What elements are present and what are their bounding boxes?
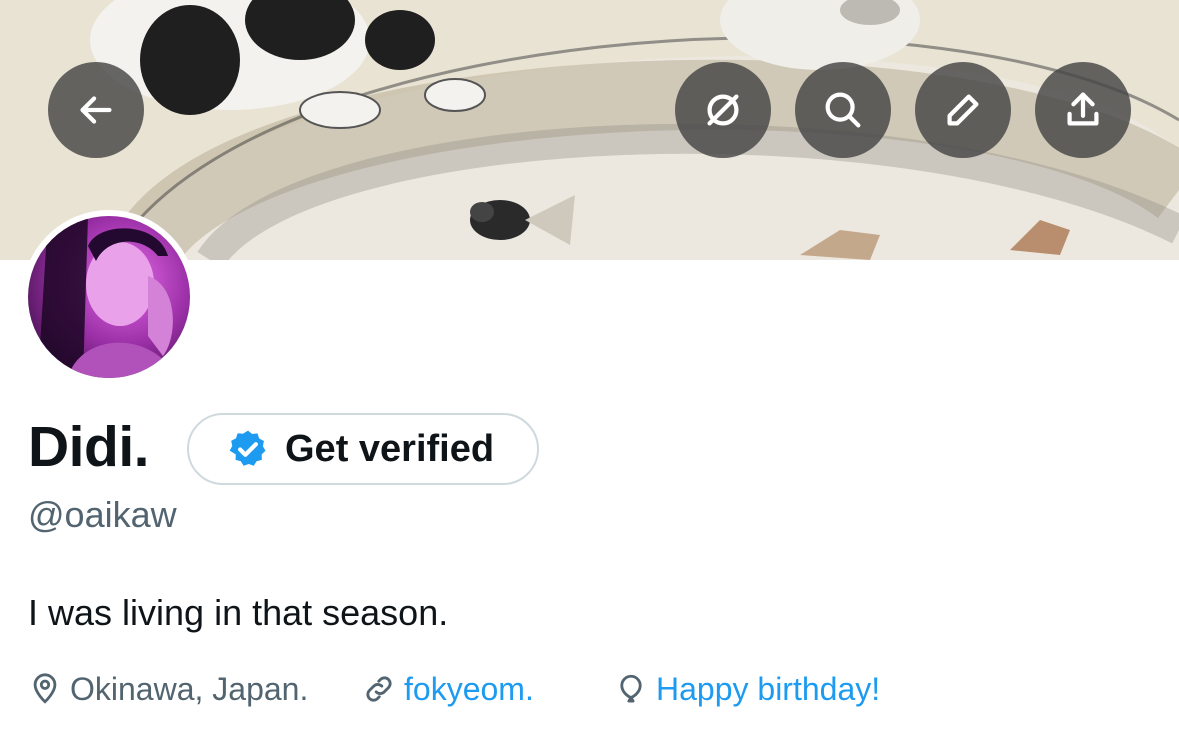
grok-icon: [707, 94, 739, 126]
edit-button[interactable]: [915, 62, 1011, 158]
birthday-link[interactable]: Happy birthday!: [656, 666, 880, 712]
grok-button[interactable]: [675, 62, 771, 158]
avatar[interactable]: [22, 210, 196, 384]
display-name: Didi.: [28, 415, 150, 479]
location-item: Okinawa, Japan.: [28, 666, 308, 712]
website-link[interactable]: fokyeom.: [404, 666, 534, 712]
get-verified-button[interactable]: Get verified: [187, 413, 539, 485]
back-button[interactable]: [48, 62, 144, 158]
birthday-item[interactable]: Happy birthday!: [614, 666, 880, 712]
verified-badge-icon: [229, 430, 266, 466]
profile-bio: I was living in that season.: [28, 592, 449, 633]
location-text: Okinawa, Japan.: [70, 671, 309, 707]
avatar-photo: [28, 216, 190, 378]
profile-banner[interactable]: [0, 0, 1179, 260]
username-handle: @oaikaw: [28, 494, 177, 535]
share-icon: [1067, 92, 1099, 126]
website-item[interactable]: fokyeom.: [362, 666, 534, 712]
arrow-left-icon: [80, 96, 112, 124]
link-icon: [366, 676, 392, 702]
search-button[interactable]: [795, 62, 891, 158]
location-pin-icon: [33, 673, 57, 704]
get-verified-label: Get verified: [285, 427, 495, 470]
share-button[interactable]: [1035, 62, 1131, 158]
search-icon: [825, 92, 861, 128]
edit-icon: [947, 94, 979, 126]
balloon-icon: [620, 674, 642, 703]
